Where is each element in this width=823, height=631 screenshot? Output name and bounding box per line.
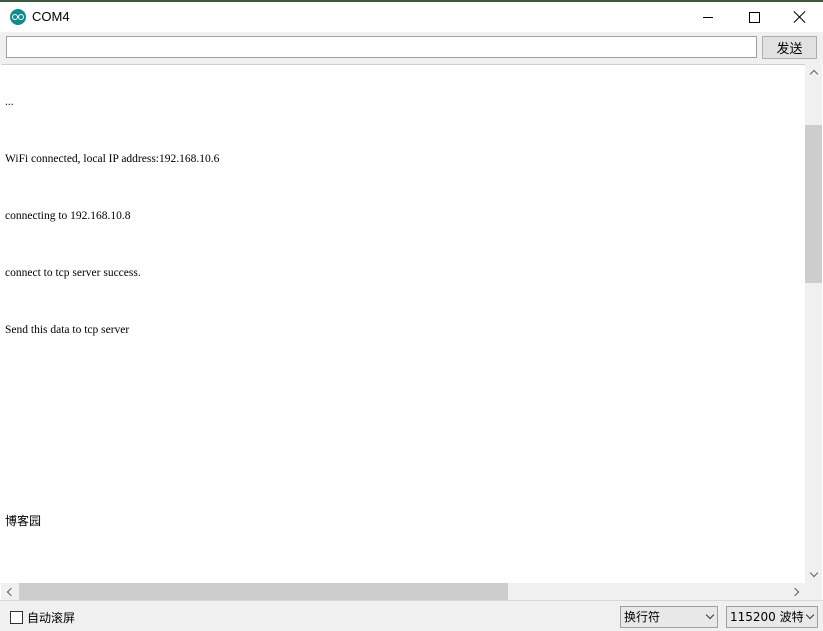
scroll-left-button[interactable] (1, 583, 18, 600)
close-button[interactable] (777, 2, 823, 32)
output-line: connecting to 192.168.10.8 (5, 210, 131, 222)
horizontal-scroll-thumb[interactable] (19, 583, 508, 600)
horizontal-scrollbar[interactable] (1, 583, 805, 600)
chevron-down-icon (805, 610, 815, 620)
minimize-icon (703, 16, 713, 18)
output-line: Send this data to tcp server (5, 324, 130, 336)
close-icon (794, 11, 806, 23)
output-line: ... (5, 96, 14, 108)
maximize-icon (748, 11, 760, 23)
line-ending-value: 换行符 (624, 610, 661, 624)
watermark-text: 博客园 (5, 514, 42, 528)
scrollbar-corner (805, 583, 822, 600)
send-input[interactable] (6, 36, 757, 58)
autoscroll-toggle[interactable]: 自动滚屏 (10, 609, 75, 626)
minimize-button[interactable] (685, 2, 731, 32)
serial-output[interactable]: ... WiFi connected, local IP address:192… (1, 64, 805, 583)
baud-rate-value: 115200 波特 (730, 610, 804, 624)
output-line: WiFi connected, local IP address:192.168… (5, 153, 220, 165)
title-bar[interactable]: COM4 (0, 2, 823, 32)
vertical-scroll-thumb[interactable] (805, 125, 822, 283)
baud-rate-select[interactable]: 115200 波特 (726, 606, 818, 628)
vertical-scrollbar[interactable] (805, 64, 822, 583)
line-ending-select[interactable]: 换行符 (620, 606, 718, 628)
scroll-right-button[interactable] (788, 583, 805, 600)
maximize-button[interactable] (731, 2, 777, 32)
chevron-up-icon (809, 69, 818, 79)
autoscroll-label: 自动滚屏 (27, 611, 76, 625)
output-line: connect to tcp server success. (5, 267, 141, 279)
scroll-up-button[interactable] (805, 64, 822, 81)
chevron-right-icon (790, 587, 800, 596)
chevron-down-icon (705, 610, 715, 620)
scroll-down-button[interactable] (805, 566, 822, 583)
send-bar: 发送 (0, 32, 823, 64)
arduino-logo-icon (10, 9, 26, 25)
status-bar: 自动滚屏 换行符 115200 波特 (0, 600, 823, 631)
autoscroll-checkbox[interactable] (10, 611, 23, 624)
output-lines: ... WiFi connected, local IP address:192… (5, 65, 220, 378)
chevron-left-icon (6, 587, 16, 596)
chevron-down-icon (809, 568, 818, 578)
window-title: COM4 (32, 9, 70, 24)
send-button[interactable]: 发送 (762, 36, 817, 59)
